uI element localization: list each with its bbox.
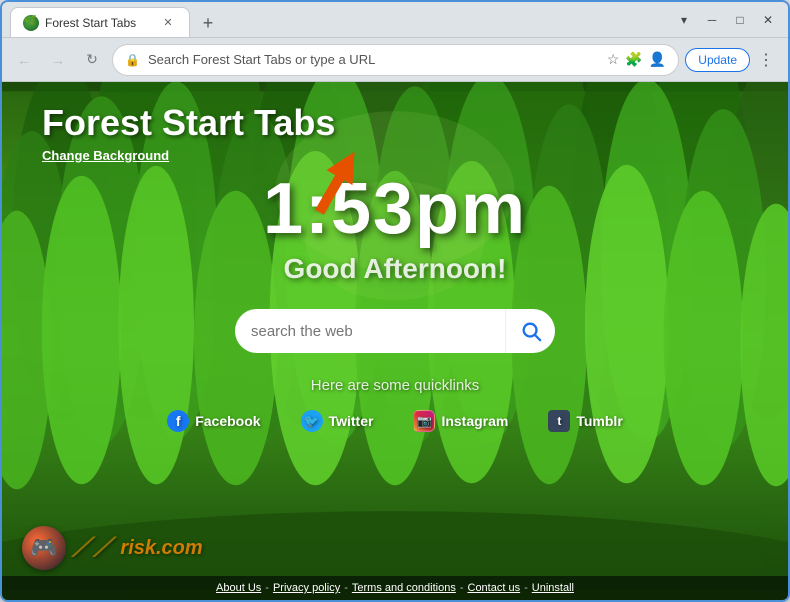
- change-background-link[interactable]: Change Background: [42, 148, 169, 163]
- tumblr-link[interactable]: t Tumblr: [548, 410, 622, 432]
- window-controls: ▾ ─ □ ✕: [672, 8, 780, 32]
- content-area: Forest Start Tabs Change Background 1:53…: [2, 82, 788, 600]
- quicklinks-container: f Facebook 🐦 Twitter 📷 Instagram t Tumbl…: [167, 410, 623, 432]
- watermark-icon: 🎮: [22, 526, 66, 570]
- separator-4: -: [524, 582, 528, 594]
- chevron-down-button[interactable]: ▾: [672, 8, 696, 32]
- separator-3: -: [460, 582, 464, 594]
- uninstall-link[interactable]: Uninstall: [532, 582, 574, 594]
- search-button[interactable]: [505, 309, 555, 353]
- tumblr-icon: t: [548, 410, 570, 432]
- tab-title: Forest Start Tabs: [45, 16, 153, 30]
- tab-favicon: [23, 15, 39, 31]
- instagram-icon: 📷: [413, 410, 435, 432]
- greeting-text: Good Afternoon!: [284, 253, 507, 285]
- tumblr-label: Tumblr: [576, 413, 622, 429]
- bookmark-icon[interactable]: ☆: [607, 51, 620, 68]
- search-icon: [520, 320, 542, 342]
- twitter-link[interactable]: 🐦 Twitter: [301, 410, 374, 432]
- minimize-button[interactable]: ─: [700, 8, 724, 32]
- navigation-bar: ← → ↻ 🔒 Search Forest Start Tabs or type…: [2, 38, 788, 82]
- active-tab[interactable]: Forest Start Tabs ✕: [10, 7, 190, 37]
- tab-area: Forest Start Tabs ✕ +: [10, 2, 668, 37]
- nav-right-controls: Update ⋮: [685, 46, 780, 74]
- twitter-label: Twitter: [329, 413, 374, 429]
- back-button[interactable]: ←: [10, 46, 38, 74]
- tab-close-button[interactable]: ✕: [159, 14, 177, 32]
- refresh-button[interactable]: ↻: [78, 46, 106, 74]
- search-input[interactable]: [251, 323, 489, 340]
- footer-bar: About Us - Privacy policy - Terms and co…: [2, 576, 788, 600]
- page-title: Forest Start Tabs: [42, 102, 335, 144]
- address-text: Search Forest Start Tabs or type a URL: [148, 52, 599, 67]
- address-bar[interactable]: 🔒 Search Forest Start Tabs or type a URL…: [112, 44, 679, 76]
- time-display: 1:53pm: [263, 173, 527, 245]
- watermark: 🎮 ⟋⟋ risk.com: [22, 526, 203, 570]
- privacy-policy-link[interactable]: Privacy policy: [273, 582, 340, 594]
- separator-1: -: [265, 582, 269, 594]
- browser-window: Forest Start Tabs ✕ + ▾ ─ □ ✕ ← → ↻ 🔒 Se…: [0, 0, 790, 602]
- instagram-link[interactable]: 📷 Instagram: [413, 410, 508, 432]
- maximize-button[interactable]: □: [728, 8, 752, 32]
- watermark-text: risk.com: [120, 537, 202, 560]
- browser-menu-button[interactable]: ⋮: [752, 46, 780, 74]
- search-input-wrapper[interactable]: [235, 309, 505, 353]
- title-bar: Forest Start Tabs ✕ + ▾ ─ □ ✕: [2, 2, 788, 38]
- search-container: [235, 309, 555, 353]
- update-button[interactable]: Update: [685, 48, 750, 72]
- new-tab-button[interactable]: +: [194, 9, 222, 37]
- center-content: 1:53pm Good Afternoon! Here are some qui…: [42, 173, 748, 432]
- facebook-icon: f: [167, 410, 189, 432]
- twitter-icon: 🐦: [301, 410, 323, 432]
- instagram-label: Instagram: [441, 413, 508, 429]
- facebook-label: Facebook: [195, 413, 260, 429]
- separator-2: -: [344, 582, 348, 594]
- security-icon: 🔒: [125, 53, 140, 67]
- terms-link[interactable]: Terms and conditions: [352, 582, 456, 594]
- content-overlay: Forest Start Tabs Change Background 1:53…: [2, 82, 788, 600]
- about-us-link[interactable]: About Us: [216, 582, 261, 594]
- facebook-link[interactable]: f Facebook: [167, 410, 260, 432]
- quicklinks-label: Here are some quicklinks: [311, 377, 479, 394]
- address-bar-icons: ☆ 🧩 👤: [607, 51, 666, 68]
- contact-us-link[interactable]: Contact us: [468, 582, 521, 594]
- extensions-icon[interactable]: 🧩: [625, 51, 642, 68]
- watermark-slash: ⟋⟋: [72, 532, 114, 564]
- forward-button[interactable]: →: [44, 46, 72, 74]
- profile-icon[interactable]: 👤: [649, 51, 666, 68]
- close-button[interactable]: ✕: [756, 8, 780, 32]
